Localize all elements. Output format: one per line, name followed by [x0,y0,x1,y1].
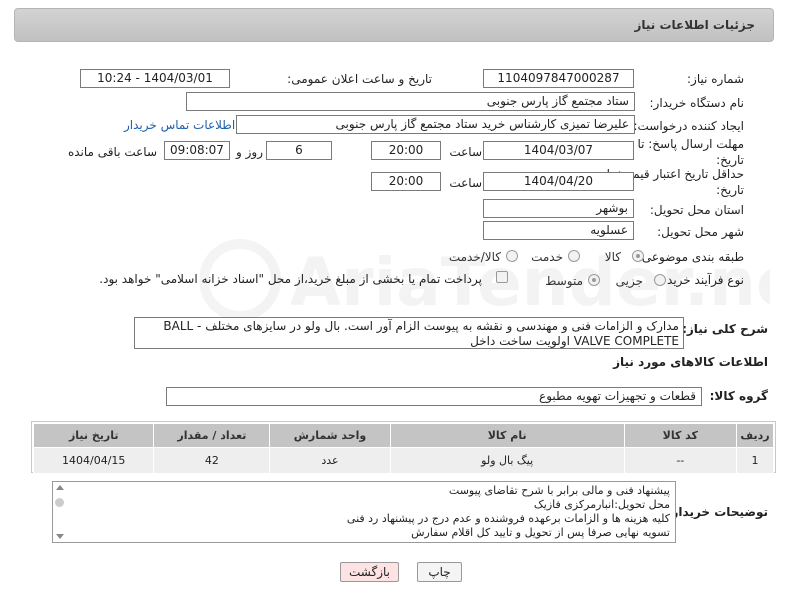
notes-line: کلیه هزینه ها و الزامات برعهده فروشنده و… [346,512,670,525]
cell-date: 1404/04/15 [32,447,155,474]
col-qty: تعداد / مقدار [153,423,271,448]
creator-field[interactable]: علیرضا تمیزی کارشناس خرید ستاد مجتمع گاز… [236,115,635,134]
category-label: طبقه بندی موضوعی: [637,250,744,264]
days-field[interactable]: 6 [266,141,332,160]
contact-info-link[interactable]: اطلاعات تماس خریدار [124,118,235,132]
radio-service-label: خدمت [531,250,563,264]
radio-medium[interactable] [588,274,600,286]
radio-goods[interactable] [632,250,644,262]
deadline-date-field[interactable]: 1404/03/07 [483,141,634,160]
notes-line: پیشنهاد فنی و مالی برابر با شرح تقاضای پ… [448,484,670,497]
scroll-thumb[interactable] [55,498,64,507]
table-header-row: ردیف کد کالا نام کالا واحد شمارش تعداد /… [32,423,775,448]
page-header: جزئیات اطلاعات نیاز [14,8,774,42]
goods-group-label: گروه کالا: [709,389,768,403]
radio-partial[interactable] [654,274,666,286]
process-label: نوع فرآیند خرید : [659,273,744,287]
notes-label: توضیحات خریدار: [666,505,768,519]
goods-group-field[interactable]: قطعات و تجهیزات تهویه مطبوع [166,387,702,406]
remaining-label: ساعت باقی مانده [67,145,157,159]
cell-unit: عدد [269,447,391,474]
need-number-field[interactable]: 1104097847000287 [483,69,634,88]
scroll-down-icon[interactable] [56,534,64,539]
radio-partial-label: جزیی [615,274,643,288]
city-field[interactable]: عسلویه [483,221,634,240]
radio-goods-service-label: کالا/خدمت [448,250,501,264]
validity-time-label: ساعت [449,176,482,190]
col-row: ردیف [735,423,775,448]
buyer-org-label: نام دستگاه خریدار: [649,96,745,110]
back-button[interactable]: بازگشت [340,562,399,582]
cell-code: -- [623,447,737,474]
notes-line: محل تحویل:انبارمرکزی فازیک [533,498,670,511]
days-label: روز و [236,145,263,159]
validity-date-field[interactable]: 1404/04/20 [483,172,634,191]
notes-line: تسویه نهایی صرفا پس از تحویل و تایید کل … [411,526,670,539]
province-field[interactable]: بوشهر [483,199,634,218]
announce-field[interactable]: 1404/03/01 - 10:24 [80,69,230,88]
description-label: شرح کلی نیاز: [682,322,768,336]
radio-service[interactable] [568,250,580,262]
radio-goods-service[interactable] [506,250,518,262]
notes-scrollbar[interactable] [53,482,67,542]
print-button[interactable]: چاپ [417,562,462,582]
col-unit: واحد شمارش [269,423,391,448]
payment-checkbox[interactable] [496,271,508,283]
city-label: شهر محل تحویل: [657,225,744,239]
notes-field[interactable]: پیشنهاد فنی و مالی برابر با شرح تقاضای پ… [52,481,676,543]
cell-name: پیگ بال ولو [389,447,625,474]
need-number-label: شماره نیاز: [687,72,744,86]
scroll-up-icon[interactable] [56,485,64,490]
deadline-time-label: ساعت [449,145,482,159]
cell-row: 1 [735,447,775,474]
col-code: کد کالا [623,423,737,448]
creator-label: ایجاد کننده درخواست: [633,119,744,133]
col-date: تاریخ نیاز [32,423,155,448]
deadline-label: مهلت ارسال پاسخ: تا تاریخ: [637,137,744,167]
items-table: ردیف کد کالا نام کالا واحد شمارش تعداد /… [32,423,775,474]
deadline-time-field[interactable]: 20:00 [371,141,441,160]
announce-label: تاریخ و ساعت اعلان عمومی: [287,72,432,86]
description-field[interactable]: مدارک و الزامات فنی و مهندسی و نقشه به پ… [134,317,684,349]
radio-goods-label: کالا [604,250,621,264]
province-label: استان محل تحویل: [649,203,744,217]
table-row[interactable]: 1 -- پیگ بال ولو عدد 42 1404/04/15 [32,447,775,474]
validity-time-field[interactable]: 20:00 [371,172,441,191]
buyer-org-field[interactable]: ستاد مجتمع گاز پارس جنوبی [186,92,635,111]
col-name: نام کالا [389,423,625,448]
payment-note: پرداخت تمام یا بخشی از مبلغ خرید،از محل … [99,272,482,286]
goods-info-title: اطلاعات کالاهای مورد نیاز [613,355,768,369]
remaining-time-field[interactable]: 09:08:07 [164,141,230,160]
radio-medium-label: متوسط [545,274,583,288]
page-title: جزئیات اطلاعات نیاز [634,18,755,32]
cell-qty: 42 [153,447,271,474]
